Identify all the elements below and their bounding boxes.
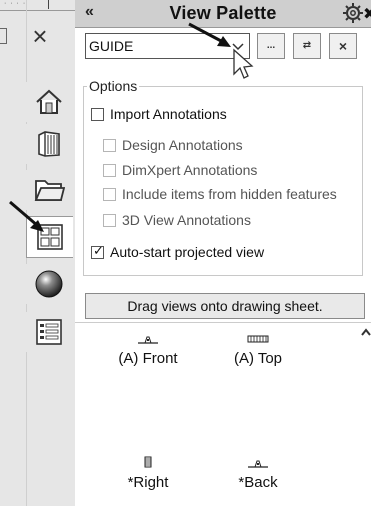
view-back[interactable]: *Back: [213, 458, 303, 491]
auto-start-projected-view-checkbox[interactable]: ✓ Auto-start projected view: [91, 242, 265, 260]
home-icon: [36, 89, 62, 114]
page-title: View Palette: [169, 3, 277, 23]
view-right[interactable]: *Right: [103, 456, 193, 491]
design-library-icon: [38, 131, 60, 157]
checkbox-box[interactable]: ✓: [91, 242, 104, 259]
view-label: (A) Top: [233, 350, 283, 367]
view-label: *Right: [127, 474, 169, 491]
custom-properties-icon: [36, 319, 62, 345]
checkbox-label: Import Annotations: [110, 106, 227, 122]
tab-custom-properties[interactable]: [26, 312, 72, 352]
hidden-features-checkbox[interactable]: Include items from hidden features: [103, 186, 337, 202]
top-view-thumbnail-icon: [247, 335, 269, 343]
checkbox-box[interactable]: [91, 107, 104, 121]
window: · · · · × « View Palette ✖ GUIDE ... ⇄ ×…: [0, 0, 371, 507]
divider: [48, 0, 49, 9]
view-top[interactable]: (A) Top: [213, 334, 303, 367]
scroll-up-icon[interactable]: [361, 328, 371, 336]
checkbox-label: 3D View Annotations: [122, 212, 251, 228]
checkbox-label: Include items from hidden features: [122, 186, 337, 202]
tab-appearances[interactable]: [26, 264, 72, 304]
checkbox-box[interactable]: [103, 213, 116, 227]
3d-view-annotations-checkbox[interactable]: 3D View Annotations: [103, 212, 251, 228]
view-front[interactable]: (A) Front: [103, 334, 193, 367]
document-select-value: GUIDE: [89, 38, 134, 54]
drag-instructions-bar: Drag views onto drawing sheet.: [85, 293, 365, 319]
view-label: *Back: [238, 474, 278, 491]
front-view-thumbnail-icon: [138, 336, 158, 344]
strip-top-bar: · · · ·: [0, 0, 75, 11]
tab-design-library[interactable]: [26, 124, 72, 164]
browse-button[interactable]: ...: [257, 33, 285, 59]
appearances-icon: [35, 270, 63, 298]
pin-icon[interactable]: ✖: [363, 4, 371, 24]
refresh-button[interactable]: ⇄: [293, 33, 321, 59]
back-view-thumbnail-icon: [248, 460, 268, 468]
callout-arrow-icon: [188, 22, 254, 79]
right-view-thumbnail-icon: [144, 456, 152, 468]
mouse-cursor-icon: [233, 48, 254, 79]
checkbox-label: Auto-start projected view: [110, 244, 265, 260]
task-pane-tab-strip: · · · · ×: [0, 0, 76, 506]
checkbox-box[interactable]: [103, 163, 116, 177]
tab-solidworks-resources[interactable]: [26, 82, 72, 122]
checkbox-box[interactable]: [103, 187, 116, 201]
close-icon[interactable]: ×: [26, 22, 54, 50]
checkbox-label: Design Annotations: [122, 137, 243, 153]
dimxpert-annotations-checkbox[interactable]: DimXpert Annotations: [103, 162, 257, 178]
clear-button[interactable]: ×: [329, 33, 357, 59]
grip-dots-icon: · · · ·: [4, 0, 27, 7]
checkmark-icon: ✓: [93, 242, 104, 258]
design-annotations-checkbox[interactable]: Design Annotations: [103, 137, 243, 153]
callout-arrow-icon: [9, 200, 44, 232]
gear-icon[interactable]: [342, 2, 364, 24]
view-palette-panel: « View Palette ✖ GUIDE ... ⇄ × Options I…: [75, 0, 371, 507]
edge-marker: [0, 28, 7, 44]
import-annotations-checkbox[interactable]: Import Annotations: [91, 106, 227, 122]
options-legend: Options: [87, 78, 140, 94]
view-label: (A) Front: [118, 350, 178, 367]
checkbox-label: DimXpert Annotations: [122, 162, 258, 178]
checkbox-box[interactable]: [103, 138, 116, 152]
